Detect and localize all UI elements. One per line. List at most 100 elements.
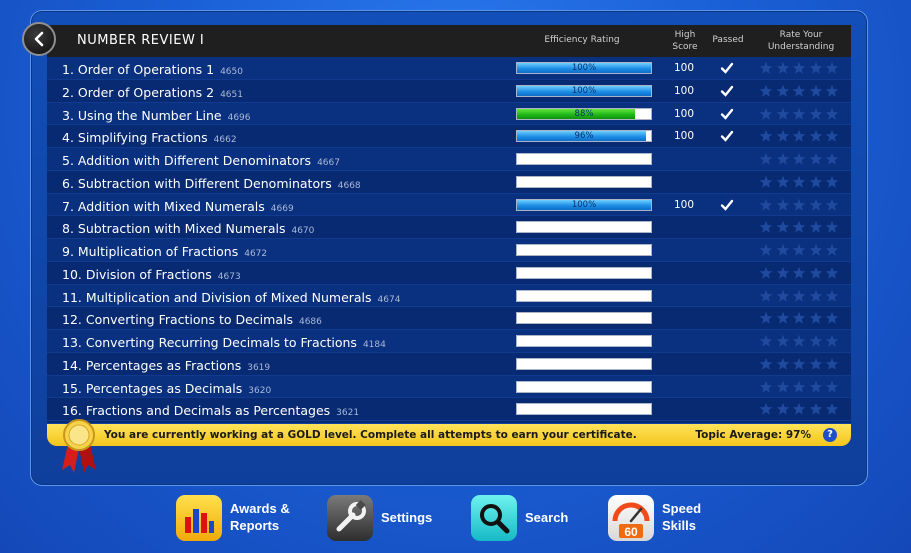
star-icon[interactable] xyxy=(809,152,823,166)
star-icon[interactable] xyxy=(825,357,839,371)
star-icon[interactable] xyxy=(792,266,806,280)
table-row[interactable]: 3. Using the Number Line 4696 88% 100 xyxy=(47,102,851,126)
rating-stars[interactable] xyxy=(759,129,843,143)
star-icon[interactable] xyxy=(776,357,790,371)
star-icon[interactable] xyxy=(809,266,823,280)
star-icon[interactable] xyxy=(792,84,806,98)
star-icon[interactable] xyxy=(776,311,790,325)
star-icon[interactable] xyxy=(809,402,823,416)
star-icon[interactable] xyxy=(759,402,773,416)
star-icon[interactable] xyxy=(792,243,806,257)
star-icon[interactable] xyxy=(792,402,806,416)
star-icon[interactable] xyxy=(825,334,839,348)
rating-stars[interactable] xyxy=(759,152,843,166)
star-icon[interactable] xyxy=(825,84,839,98)
star-icon[interactable] xyxy=(825,311,839,325)
lesson-title[interactable]: 11. Multiplication and Division of Mixed… xyxy=(62,290,400,305)
settings-button[interactable]: Settings xyxy=(327,493,447,543)
star-icon[interactable] xyxy=(776,152,790,166)
table-row[interactable]: 13. Converting Recurring Decimals to Fra… xyxy=(47,330,851,353)
star-icon[interactable] xyxy=(792,175,806,189)
star-icon[interactable] xyxy=(776,243,790,257)
star-icon[interactable] xyxy=(792,198,806,212)
rating-stars[interactable] xyxy=(759,84,843,98)
search-button[interactable]: Search xyxy=(471,493,586,543)
table-row[interactable]: 2. Order of Operations 2 4651 100% 100 xyxy=(47,80,851,103)
star-icon[interactable] xyxy=(759,311,773,325)
star-icon[interactable] xyxy=(759,61,773,75)
star-icon[interactable] xyxy=(809,357,823,371)
lesson-title[interactable]: 14. Percentages as Fractions 3619 xyxy=(62,358,270,373)
star-icon[interactable] xyxy=(825,107,839,121)
rating-stars[interactable] xyxy=(759,266,843,280)
star-icon[interactable] xyxy=(776,84,790,98)
star-icon[interactable] xyxy=(825,243,839,257)
star-icon[interactable] xyxy=(776,402,790,416)
lesson-title[interactable]: 4. Simplifying Fractions 4662 xyxy=(62,130,237,145)
star-icon[interactable] xyxy=(792,289,806,303)
rating-stars[interactable] xyxy=(759,334,843,348)
lesson-title[interactable]: 12. Converting Fractions to Decimals 4686 xyxy=(62,312,322,327)
star-icon[interactable] xyxy=(825,220,839,234)
lesson-title[interactable]: 15. Percentages as Decimals 3620 xyxy=(62,381,271,396)
awards-reports-button[interactable]: Awards & Reports xyxy=(176,493,306,543)
table-row[interactable]: 10. Division of Fractions 4673 xyxy=(47,262,851,285)
star-icon[interactable] xyxy=(809,289,823,303)
table-row[interactable]: 1. Order of Operations 1 4650 100% 100 xyxy=(47,57,851,80)
star-icon[interactable] xyxy=(792,129,806,143)
table-row[interactable]: 12. Converting Fractions to Decimals 4686 xyxy=(47,307,851,330)
star-icon[interactable] xyxy=(825,266,839,280)
star-icon[interactable] xyxy=(759,334,773,348)
star-icon[interactable] xyxy=(776,175,790,189)
star-icon[interactable] xyxy=(809,334,823,348)
rating-stars[interactable] xyxy=(759,220,843,234)
star-icon[interactable] xyxy=(759,220,773,234)
lesson-title[interactable]: 6. Subtraction with Different Denominato… xyxy=(62,176,361,191)
table-row[interactable]: 9. Multiplication of Fractions 4672 xyxy=(47,239,851,262)
star-icon[interactable] xyxy=(825,402,839,416)
table-row[interactable]: 4. Simplifying Fractions 4662 96% 100 xyxy=(47,125,851,148)
rating-stars[interactable] xyxy=(759,289,843,303)
rating-stars[interactable] xyxy=(759,107,843,121)
speed-skills-button[interactable]: 60 Speed Skills xyxy=(608,493,728,543)
star-icon[interactable] xyxy=(759,243,773,257)
star-icon[interactable] xyxy=(776,334,790,348)
star-icon[interactable] xyxy=(809,84,823,98)
star-icon[interactable] xyxy=(776,129,790,143)
help-icon[interactable]: ? xyxy=(823,428,837,442)
lesson-title[interactable]: 5. Addition with Different Denominators 4… xyxy=(62,153,340,168)
star-icon[interactable] xyxy=(809,380,823,394)
star-icon[interactable] xyxy=(825,129,839,143)
star-icon[interactable] xyxy=(759,129,773,143)
lesson-title[interactable]: 3. Using the Number Line 4696 xyxy=(62,108,251,123)
star-icon[interactable] xyxy=(759,380,773,394)
table-row[interactable]: 6. Subtraction with Different Denominato… xyxy=(47,171,851,194)
star-icon[interactable] xyxy=(759,357,773,371)
star-icon[interactable] xyxy=(759,84,773,98)
table-row[interactable]: 11. Multiplication and Division of Mixed… xyxy=(47,284,851,308)
star-icon[interactable] xyxy=(792,152,806,166)
star-icon[interactable] xyxy=(792,311,806,325)
rating-stars[interactable] xyxy=(759,380,843,394)
table-row[interactable]: 5. Addition with Different Denominators 4… xyxy=(47,148,851,171)
star-icon[interactable] xyxy=(809,243,823,257)
star-icon[interactable] xyxy=(792,357,806,371)
table-row[interactable]: 7. Addition with Mixed Numerals 4669 100% 1… xyxy=(47,193,851,217)
star-icon[interactable] xyxy=(792,334,806,348)
star-icon[interactable] xyxy=(809,107,823,121)
star-icon[interactable] xyxy=(809,198,823,212)
star-icon[interactable] xyxy=(776,266,790,280)
star-icon[interactable] xyxy=(759,289,773,303)
rating-stars[interactable] xyxy=(759,311,843,325)
star-icon[interactable] xyxy=(825,152,839,166)
table-row[interactable]: 16. Fractions and Decimals as Percentage… xyxy=(47,398,851,421)
star-icon[interactable] xyxy=(759,152,773,166)
star-icon[interactable] xyxy=(825,289,839,303)
lesson-title[interactable]: 13. Converting Recurring Decimals to Fra… xyxy=(62,335,386,350)
star-icon[interactable] xyxy=(759,107,773,121)
lesson-title[interactable]: 10. Division of Fractions 4673 xyxy=(62,267,241,282)
rating-stars[interactable] xyxy=(759,357,843,371)
lesson-title[interactable]: 1. Order of Operations 1 4650 xyxy=(62,62,243,77)
star-icon[interactable] xyxy=(792,107,806,121)
star-icon[interactable] xyxy=(809,129,823,143)
